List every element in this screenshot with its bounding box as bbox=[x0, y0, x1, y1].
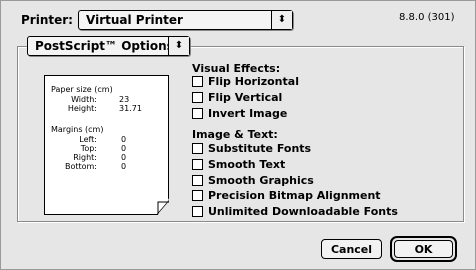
checkbox-box[interactable] bbox=[192, 75, 203, 87]
checkbox-label[interactable]: Substitute Fonts bbox=[208, 142, 311, 155]
ok-button[interactable]: OK bbox=[394, 240, 453, 258]
paper-size-label: Paper size (cm) bbox=[51, 85, 113, 94]
smooth-text-checkbox[interactable]: Smooth Text bbox=[192, 157, 285, 171]
bottom-margin-label: Bottom: bbox=[64, 162, 97, 171]
cancel-button[interactable]: Cancel bbox=[321, 239, 382, 259]
checkbox-label[interactable]: Flip Horizontal bbox=[208, 75, 299, 88]
substitute-fonts-checkbox[interactable]: Substitute Fonts bbox=[192, 141, 311, 155]
checkbox-box[interactable] bbox=[192, 158, 203, 170]
smooth-graphics-checkbox[interactable]: Smooth Graphics bbox=[192, 173, 314, 187]
image-text-heading: Image & Text: bbox=[192, 128, 278, 141]
checkbox-box[interactable] bbox=[192, 142, 203, 154]
flip-horizontal-checkbox[interactable]: Flip Horizontal bbox=[192, 74, 299, 88]
printer-popup[interactable]: Virtual Printer ⬍ bbox=[78, 10, 293, 30]
printer-popup-value: Virtual Printer bbox=[86, 13, 183, 27]
checkbox-label[interactable]: Flip Vertical bbox=[208, 91, 282, 104]
printer-label: Printer: bbox=[21, 13, 73, 27]
margins-label: Margins (cm) bbox=[51, 125, 104, 134]
checkbox-box[interactable] bbox=[192, 107, 203, 119]
panel-popup-value: PostScript™ Options bbox=[35, 39, 174, 53]
height-value: 31.71 bbox=[119, 104, 142, 113]
bottom-margin-value: 0 bbox=[121, 162, 127, 171]
invert-image-checkbox[interactable]: Invert Image bbox=[192, 106, 287, 120]
panel-popup[interactable]: PostScript™ Options ⬍ bbox=[27, 36, 190, 56]
version-label: 8.8.0 (301) bbox=[399, 12, 455, 23]
checkbox-box[interactable] bbox=[192, 189, 203, 201]
unlimited-downloadable-fonts-checkbox[interactable]: Unlimited Downloadable Fonts bbox=[192, 204, 398, 218]
checkbox-label[interactable]: Unlimited Downloadable Fonts bbox=[208, 205, 398, 218]
page-setup-dialog: Printer: Virtual Printer ⬍ 8.8.0 (301) P… bbox=[0, 0, 476, 270]
page-fold-icon bbox=[156, 200, 169, 215]
precision-bitmap-alignment-checkbox[interactable]: Precision Bitmap Alignment bbox=[192, 188, 381, 202]
checkbox-label[interactable]: Smooth Graphics bbox=[208, 174, 314, 187]
height-label: Height: bbox=[67, 104, 97, 113]
checkbox-box[interactable] bbox=[192, 205, 203, 217]
checkbox-label[interactable]: Smooth Text bbox=[208, 158, 285, 171]
popup-arrows-icon: ⬍ bbox=[271, 11, 292, 29]
flip-vertical-checkbox[interactable]: Flip Vertical bbox=[192, 90, 282, 104]
popup-arrows-icon: ⬍ bbox=[168, 37, 189, 55]
checkbox-box[interactable] bbox=[192, 91, 203, 103]
checkbox-label[interactable]: Precision Bitmap Alignment bbox=[208, 189, 381, 202]
checkbox-box[interactable] bbox=[192, 174, 203, 186]
checkbox-label[interactable]: Invert Image bbox=[208, 107, 287, 120]
